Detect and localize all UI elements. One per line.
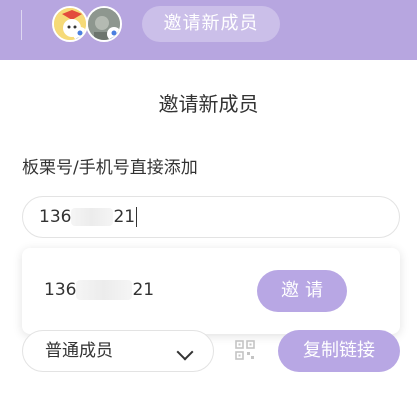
avatar[interactable] [86,6,122,42]
invite-button[interactable]: 邀请 [257,270,347,312]
phone-input-suffix: 21 [113,207,136,227]
result-phone-number: 136 21 [44,280,154,300]
phone-input-prefix: 136 [39,207,72,227]
copy-link-button[interactable]: 复制链接 [278,330,400,372]
chevron-down-icon [176,343,194,361]
phone-input[interactable]: 136 21 [22,196,400,238]
redacted-digits [71,208,114,226]
user-badge-icon [73,27,86,40]
qr-code-icon[interactable] [235,340,255,360]
user-badge-icon [107,27,120,40]
result-number-suffix: 21 [132,280,155,300]
section-label: 板栗号/手机号直接添加 [22,158,198,178]
invite-new-member-button[interactable]: 邀请新成员 [142,6,280,42]
search-result-dropdown: 136 21 邀请 [22,248,400,334]
role-select-value: 普通成员 [45,341,113,361]
redacted-digits [76,280,133,300]
dialog-title: 邀请新成员 [158,92,259,116]
text-caret [136,207,138,227]
header-divider [21,10,22,40]
avatar[interactable] [52,6,88,42]
result-number-prefix: 136 [44,280,77,300]
role-select[interactable]: 普通成员 [22,330,214,372]
top-header: 邀请新成员 [0,0,417,60]
